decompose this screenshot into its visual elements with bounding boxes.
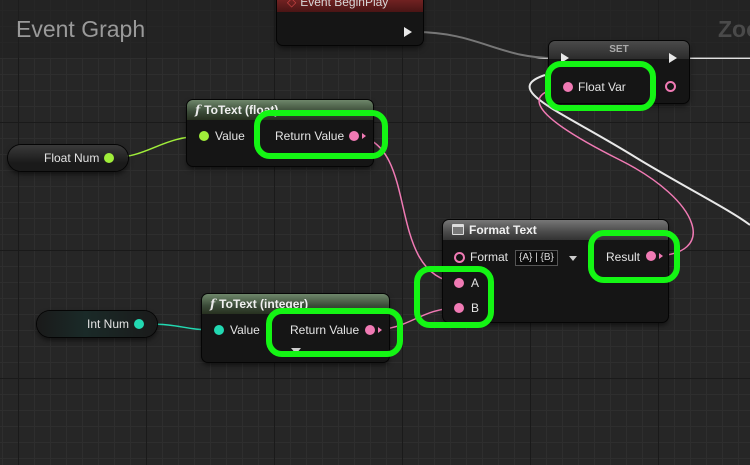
int-num-out-pin[interactable] (134, 319, 144, 329)
function-icon: f (195, 103, 201, 117)
float-num-variable-node[interactable]: Float Num (8, 145, 128, 171)
highlight-result (588, 230, 680, 283)
set-exec-out-pin[interactable] (669, 53, 677, 63)
float-num-out-pin[interactable] (104, 153, 114, 163)
zoom-label: Zoo (718, 16, 750, 42)
int-num-variable-node[interactable]: Int Num (37, 311, 157, 337)
format-value-text: {A} | {B} (519, 252, 554, 263)
event-icon: ◇ (287, 0, 297, 9)
format-text-title: Format Text (469, 223, 537, 237)
highlight-float-var (545, 61, 656, 111)
int-num-label: Int Num (87, 317, 130, 331)
format-value-input[interactable]: {A} | {B} (515, 250, 558, 266)
format-text-icon (452, 224, 464, 235)
to-text-integer-value-pin[interactable] (214, 325, 224, 335)
highlight-float-return-value (254, 110, 388, 159)
to-text-float-value-label: Value (215, 129, 245, 143)
set-node-header: SET (549, 41, 689, 59)
format-in-pin[interactable] (454, 252, 465, 263)
float-var-out-pin[interactable] (665, 81, 676, 92)
function-icon: f (210, 297, 216, 311)
highlight-a-b-pins (414, 266, 494, 328)
float-num-label: Float Num (44, 151, 100, 165)
event-beginplay-title: Event BeginPlay (300, 0, 389, 9)
highlight-integer-return-value (266, 308, 403, 357)
exec-out-pin[interactable] (404, 27, 412, 37)
event-beginplay-node[interactable]: ◇ Event BeginPlay (277, 0, 423, 45)
to-text-float-value-pin[interactable] (199, 131, 209, 141)
format-pin-label: Format (470, 250, 509, 264)
chevron-down-icon[interactable] (569, 256, 577, 261)
graph-title: Event Graph (16, 16, 146, 42)
event-beginplay-header: ◇ Event BeginPlay (277, 0, 423, 12)
to-text-integer-value-label: Value (230, 323, 260, 337)
